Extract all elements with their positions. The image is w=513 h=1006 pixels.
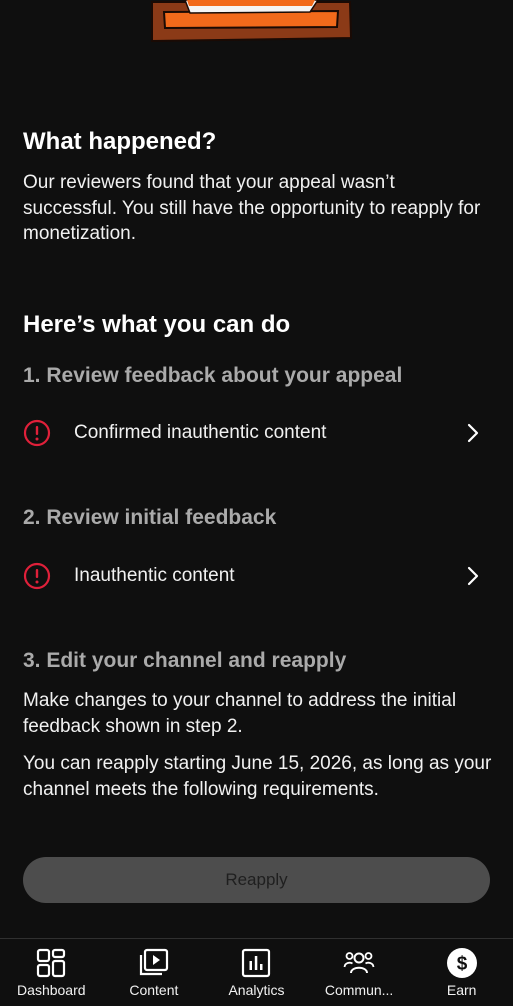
nav-label-earn: Earn: [446, 982, 477, 998]
nav-label-content: Content: [129, 982, 179, 998]
earn-icon: $: [446, 948, 477, 978]
nav-item-community[interactable]: Commun...: [308, 939, 411, 1006]
content-icon: [139, 948, 168, 976]
chevron-right-icon: [467, 423, 479, 443]
chevron-right-icon: [467, 566, 479, 586]
reapply-date-info: You can reapply starting June 15, 2026, …: [23, 753, 492, 800]
step3-instructions: Make changes to your channel to address …: [23, 690, 457, 737]
appeal-feedback-label: Confirmed inauthentic content: [74, 422, 327, 443]
nav-label-analytics: Analytics: [228, 982, 285, 998]
initial-feedback-label: Inauthentic content: [74, 565, 235, 586]
what-happened-body: Our reviewers found that your appeal was…: [23, 172, 481, 244]
monetization-appeal-result-page: What happened? Our reviewers found that …: [0, 0, 513, 1006]
nav-label-community: Commun...: [324, 982, 394, 998]
svg-text:$: $: [456, 954, 467, 975]
step1-heading: 1. Review feedback about your appeal: [23, 364, 403, 387]
nav-item-earn[interactable]: $ Earn: [410, 939, 513, 1006]
nav-item-dashboard[interactable]: Dashboard: [0, 939, 103, 1006]
appeal-feedback-row[interactable]: Confirmed inauthentic content: [0, 405, 513, 461]
nav-label-dashboard: Dashboard: [17, 982, 86, 998]
what-you-can-do-title: Here’s what you can do: [23, 311, 291, 338]
alert-icon: [23, 562, 51, 590]
bottom-navigation: Dashboard Content Analytics Commun... $ …: [0, 938, 513, 1006]
step3-heading: 3. Edit your channel and reapply: [23, 649, 347, 672]
nav-item-content[interactable]: Content: [103, 939, 206, 1006]
step2-heading: 2. Review initial feedback: [23, 506, 277, 529]
what-happened-title: What happened?: [23, 128, 217, 155]
community-icon: [343, 952, 375, 974]
traffic-cone-illustration: [151, 0, 353, 43]
reapply-button[interactable]: Reapply: [23, 857, 490, 903]
dashboard-icon: [37, 948, 66, 978]
alert-icon: [23, 419, 51, 447]
nav-item-analytics[interactable]: Analytics: [205, 939, 308, 1006]
initial-feedback-row[interactable]: Inauthentic content: [0, 548, 513, 604]
analytics-icon: [242, 948, 271, 978]
